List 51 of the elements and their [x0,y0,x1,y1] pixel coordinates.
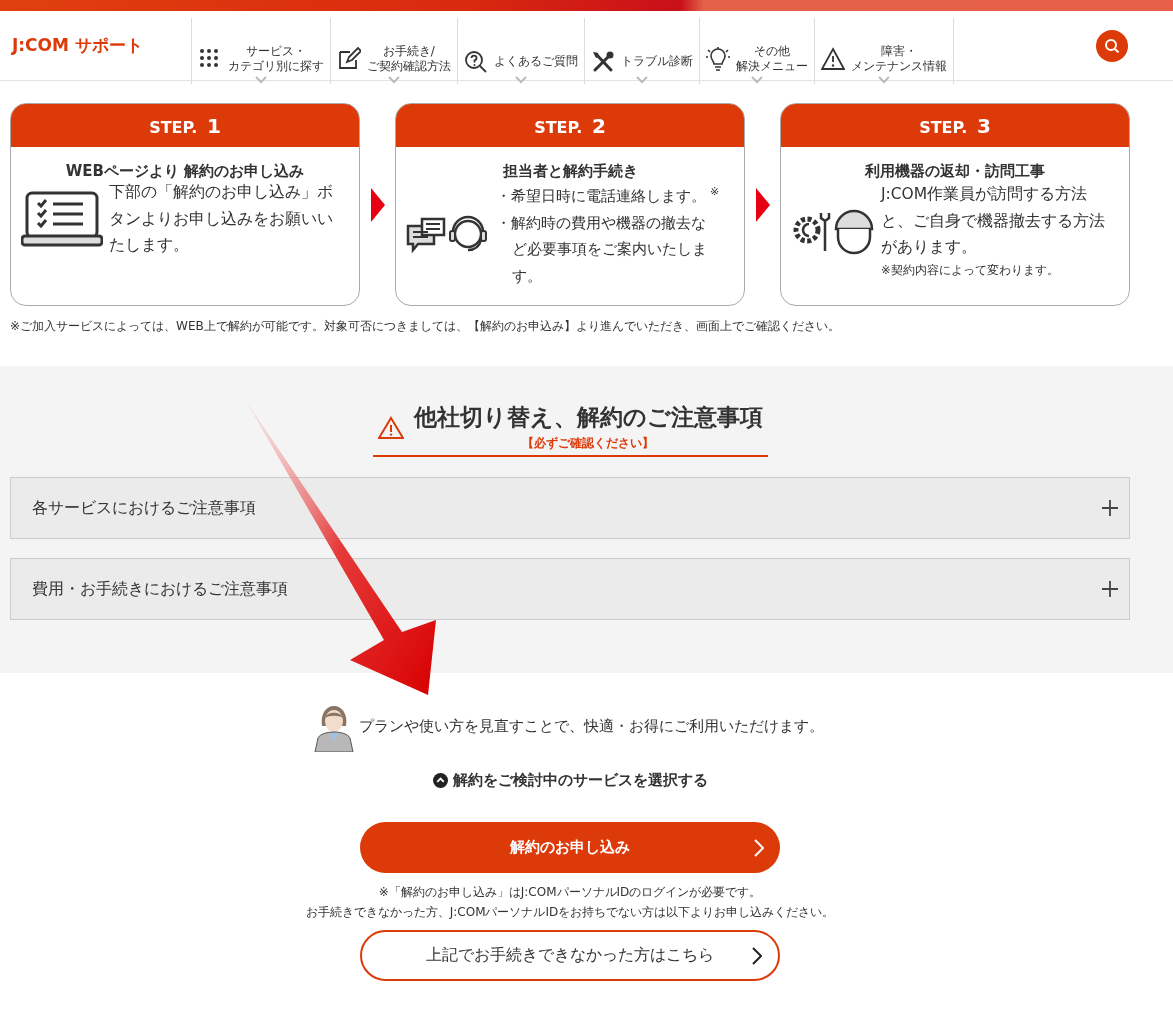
search-icon [1104,37,1120,54]
accordion-header[interactable]: 各サービスにおけるご注意事項 [10,477,1130,539]
chevron-down-icon [387,75,400,84]
step-label: STEP. 3 [919,113,991,138]
chat-operator-icon [406,214,490,254]
edit-icon [336,46,361,71]
chevron-down-icon [750,75,763,84]
step-label: STEP. 1 [149,113,221,138]
accordion-label: 費用・お手続きにおけるご注意事項 [32,578,288,600]
warning-icon [820,46,845,71]
step-description: J:COM作業員が訪問する方法と、ご自身で機器撤去する方法があります。 [881,184,1106,258]
note-text: お手続きできなかった方、J:COMパーソナルIDをお持ちでない方は以下よりお申し込みください。 [305,904,835,921]
advice-text: プランや使い方を見直すことで、快適・お得にご利用いただけます。 [358,717,824,736]
logo[interactable]: J:COM サポート [12,34,143,57]
triangle-arrow-icon [370,187,385,222]
chevron-right-icon [754,838,764,857]
section-title: 他社切り替え、解約のご注意事項 [413,403,763,432]
step-description: 下部の「解約のお申し込み」ボタンよりお申し込みをお願いいたします。 [109,182,334,256]
bullet-text: ・解約時の費用や機器の撤去など必要事項をご案内いたします。 [496,212,708,287]
step-title: 担当者と解約手続き [501,161,639,181]
bullet-text: ・希望日時に電話連絡します。 $^{※}$ [496,184,720,207]
nav-menu-item[interactable]: 障害・ メンテナンス情報 [813,17,954,84]
chevron-down-icon [514,75,527,84]
question-icon [463,49,488,74]
nav-menu-item[interactable]: サービス・ カテゴリ別に探す [190,17,330,84]
tools-icon [590,49,615,74]
nav-menu-item[interactable]: その他 解決メニュー [698,17,814,84]
nav-menu-item[interactable]: トラブル診断 [583,17,699,84]
step-label: STEP. 2 [534,113,606,138]
alternative-button[interactable]: 上記でお手続きできなかった方はこちら [360,930,780,981]
warning-icon [377,415,404,439]
chevron-down-icon [635,75,648,84]
chevron-right-icon [752,946,762,965]
chevron-down-icon [877,75,890,84]
triangle-arrow-icon [755,187,770,222]
nav-menu-item[interactable]: お手続き/ ご契約確認方法 [329,17,457,84]
nav-menu-item[interactable]: よくあるご質問 [456,17,584,84]
apply-button[interactable]: 解約のお申し込み [360,822,780,873]
step-title: 利用機器の返却・訪問工事 [864,161,1046,181]
service-toggle[interactable]: 解約をご検討中のサービスを選択する [432,771,708,790]
lightbulb-icon [705,46,730,71]
search-button[interactable] [1096,29,1128,62]
section-subtitle: 【必ずご確認ください】 [522,435,654,452]
chevron-down-icon [254,75,267,84]
laptop-checklist-icon [21,190,103,247]
accordion-label: 各サービスにおけるご注意事項 [32,497,256,519]
footnote: ※契約内容によって変わります。 [881,261,1060,279]
note-text: ※ご加入サービスによっては、WEB上で解約が可能です。対象可否につきましては、【解約のお申込み】より進んでいただき、画面上でご確認ください。 [10,318,840,335]
step-title: WEBページより 解約のお申し込み [64,161,306,181]
accordion-header[interactable]: 費用・お手続きにおけるご注意事項 [10,558,1130,620]
note-text: ※「解約のお申し込み」はJ:COMパーソナルIDのログインが必要です。 [378,884,762,901]
